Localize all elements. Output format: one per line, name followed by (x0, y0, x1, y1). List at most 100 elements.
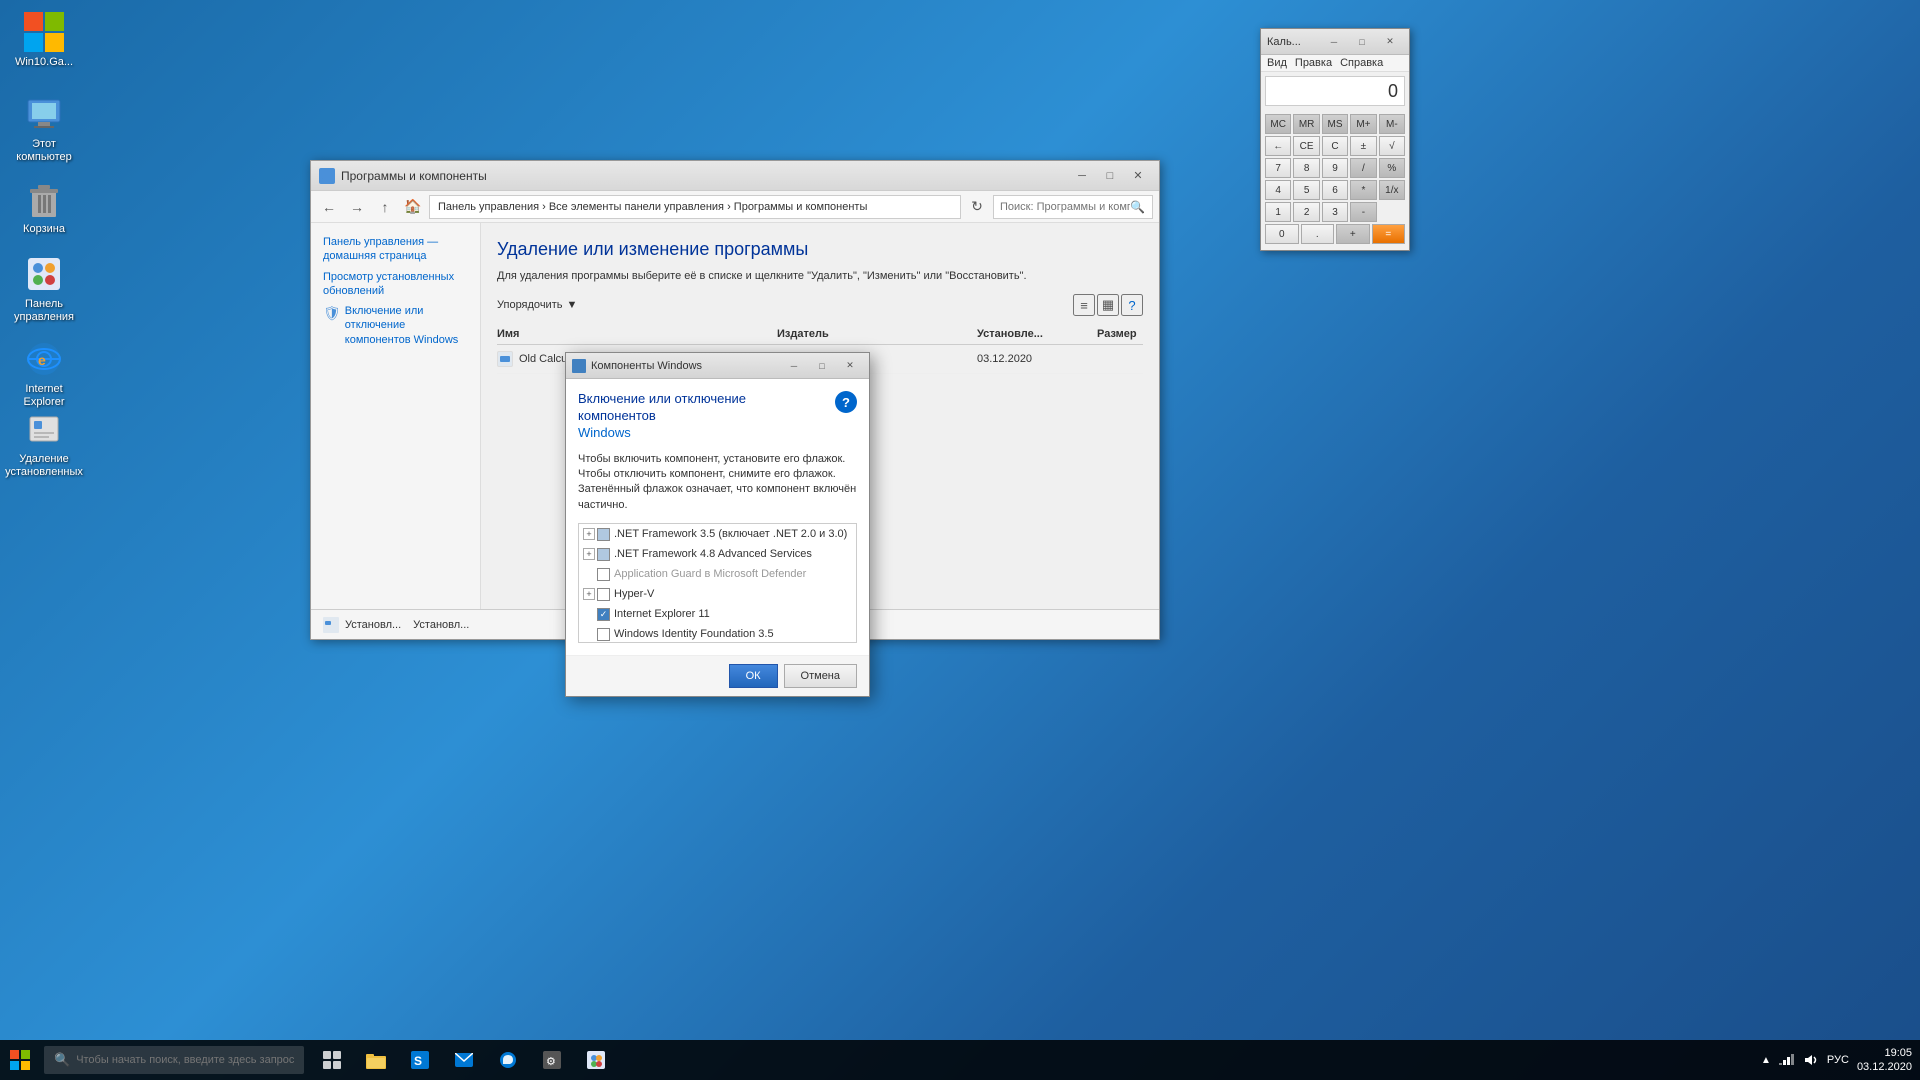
feature-item-identity[interactable]: Windows Identity Foundation 3.5 (579, 624, 856, 642)
calc-mr[interactable]: MR (1293, 114, 1319, 134)
features-info-icon[interactable]: ? (835, 391, 857, 413)
cp-search-input[interactable] (1000, 201, 1130, 213)
cp-home-btn[interactable]: 🏠 (401, 195, 425, 219)
feature-checkbox-net35[interactable] (597, 528, 610, 541)
sort-btn[interactable]: Упорядочить ▼ (497, 299, 577, 311)
calc-row-2: ← CE C ± √ (1265, 136, 1405, 156)
store-btn[interactable]: S (400, 1040, 440, 1080)
cp-refresh-btn[interactable]: ↻ (965, 195, 989, 219)
chevron-down-icon: ▼ (566, 299, 577, 311)
help-btn[interactable]: ? (1121, 294, 1143, 316)
cp-maximize-btn[interactable]: □ (1097, 166, 1123, 186)
calc-mc[interactable]: MC (1265, 114, 1291, 134)
calc-1[interactable]: 1 (1265, 202, 1291, 222)
taskbar-search-input[interactable] (76, 1054, 294, 1066)
feature-item-net48[interactable]: + .NET Framework 4.8 Advanced Services (579, 544, 856, 564)
calc-menu-edit[interactable]: Правка (1295, 57, 1332, 69)
cp-address-path[interactable]: Панель управления › Все элементы панели … (429, 195, 961, 219)
desktop-icon-ie[interactable]: e Internet Explorer (8, 335, 80, 413)
cp-title: Программы и компоненты (341, 169, 1069, 183)
feature-expand-net48[interactable]: + (583, 548, 595, 560)
calc-c[interactable]: C (1322, 136, 1348, 156)
feature-checkbox-appguard[interactable] (597, 568, 610, 581)
col-header-name[interactable]: Имя (497, 328, 777, 340)
feature-item-net35[interactable]: + .NET Framework 3.5 (включает .NET 2.0 … (579, 524, 856, 544)
taskbar-search[interactable]: 🔍 (44, 1046, 304, 1074)
calc-6[interactable]: 6 (1322, 180, 1348, 200)
calc-equals[interactable]: = (1372, 224, 1406, 244)
desktop-icon-thispc-label: Этот компьютер (12, 138, 76, 164)
calc-close-btn[interactable]: ✕ (1377, 32, 1403, 52)
calc-4[interactable]: 4 (1265, 180, 1291, 200)
calc-mminus[interactable]: M- (1379, 114, 1405, 134)
edge-btn[interactable] (488, 1040, 528, 1080)
mail-btn[interactable] (444, 1040, 484, 1080)
desktop-icon-trash[interactable]: Корзина (8, 175, 80, 240)
calc-7[interactable]: 7 (1265, 158, 1291, 178)
feature-checkbox-identity[interactable] (597, 628, 610, 641)
task-view-btn[interactable] (312, 1040, 352, 1080)
calc-div[interactable]: / (1350, 158, 1376, 178)
calc-pct[interactable]: % (1379, 158, 1405, 178)
calc-add[interactable]: + (1336, 224, 1370, 244)
calc-inv[interactable]: 1/x (1379, 180, 1405, 200)
calc-dot[interactable]: . (1301, 224, 1335, 244)
features-maximize-btn[interactable]: □ (809, 356, 835, 376)
calc-8[interactable]: 8 (1293, 158, 1319, 178)
system-tray-arrow[interactable]: ▲ (1761, 1055, 1771, 1066)
settings-btn[interactable]: ⚙ (532, 1040, 572, 1080)
features-close-btn[interactable]: ✕ (837, 356, 863, 376)
calc-back[interactable]: ← (1265, 136, 1291, 156)
calc-sqrt[interactable]: √ (1379, 136, 1405, 156)
list-view-btn[interactable]: ≡ (1073, 294, 1095, 316)
feature-checkbox-hyperv[interactable] (597, 588, 610, 601)
calc-5[interactable]: 5 (1293, 180, 1319, 200)
features-ok-btn[interactable]: ОК (729, 664, 778, 688)
cp-minimize-btn[interactable]: ─ (1069, 166, 1095, 186)
calc-maximize-btn[interactable]: □ (1349, 32, 1375, 52)
calc-3[interactable]: 3 (1322, 202, 1348, 222)
features-list-container[interactable]: + .NET Framework 3.5 (включает .NET 2.0 … (578, 523, 857, 643)
feature-checkbox-net48[interactable] (597, 548, 610, 561)
calc-mplus[interactable]: M+ (1350, 114, 1376, 134)
calc-9[interactable]: 9 (1322, 158, 1348, 178)
feature-item-appguard[interactable]: Application Guard в Microsoft Defender (579, 564, 856, 584)
cp-forward-btn[interactable]: → (345, 195, 369, 219)
feature-item-hyperv[interactable]: + Hyper-V (579, 584, 856, 604)
cp-up-btn[interactable]: ↑ (373, 195, 397, 219)
file-explorer-btn[interactable] (356, 1040, 396, 1080)
detail-view-btn[interactable]: ▦ (1097, 294, 1119, 316)
col-header-publisher[interactable]: Издатель (777, 328, 977, 340)
calc-2[interactable]: 2 (1293, 202, 1319, 222)
features-dialog-controls: ─ □ ✕ (781, 356, 863, 376)
taskbar-cp-btn[interactable] (576, 1040, 616, 1080)
col-header-size[interactable]: Размер (1097, 328, 1159, 340)
calc-sub[interactable]: - (1350, 202, 1376, 222)
calc-mul[interactable]: * (1350, 180, 1376, 200)
features-cancel-btn[interactable]: Отмена (784, 664, 857, 688)
col-header-installed[interactable]: Установле... (977, 328, 1097, 340)
calc-ms[interactable]: MS (1322, 114, 1348, 134)
desktop-icon-thispc[interactable]: Этот компьютер (8, 90, 80, 168)
calc-plusminus[interactable]: ± (1350, 136, 1376, 156)
cp-close-btn[interactable]: ✕ (1125, 166, 1151, 186)
desktop-icon-win10[interactable]: Win10.Ga... (8, 8, 80, 73)
desktop-icon-uninstall[interactable]: Удаление установленных (8, 405, 80, 483)
feature-expand-hyperv[interactable]: + (583, 588, 595, 600)
sidebar-link-home[interactable]: Панель управления — домашняя страница (323, 235, 468, 264)
calc-0[interactable]: 0 (1265, 224, 1299, 244)
desktop-icon-controlpanel[interactable]: Панель управления (8, 250, 80, 328)
sidebar-link-features[interactable]: 🛡 Включение или отключение компонентов W… (323, 304, 468, 347)
feature-expand-net35[interactable]: + (583, 528, 595, 540)
feature-item-ie11[interactable]: ✓ Internet Explorer 11 (579, 604, 856, 624)
start-button[interactable] (0, 1040, 40, 1080)
cp-back-btn[interactable]: ← (317, 195, 341, 219)
feature-checkbox-ie11[interactable]: ✓ (597, 608, 610, 621)
features-minimize-btn[interactable]: ─ (781, 356, 807, 376)
calc-ce[interactable]: CE (1293, 136, 1319, 156)
calc-minimize-btn[interactable]: ─ (1321, 32, 1347, 52)
calc-menu-help[interactable]: Справка (1340, 57, 1383, 69)
sidebar-link-updates[interactable]: Просмотр установленных обновлений (323, 270, 468, 299)
calc-menu-view[interactable]: Вид (1267, 57, 1287, 69)
cp-search-box[interactable]: 🔍 (993, 195, 1153, 219)
